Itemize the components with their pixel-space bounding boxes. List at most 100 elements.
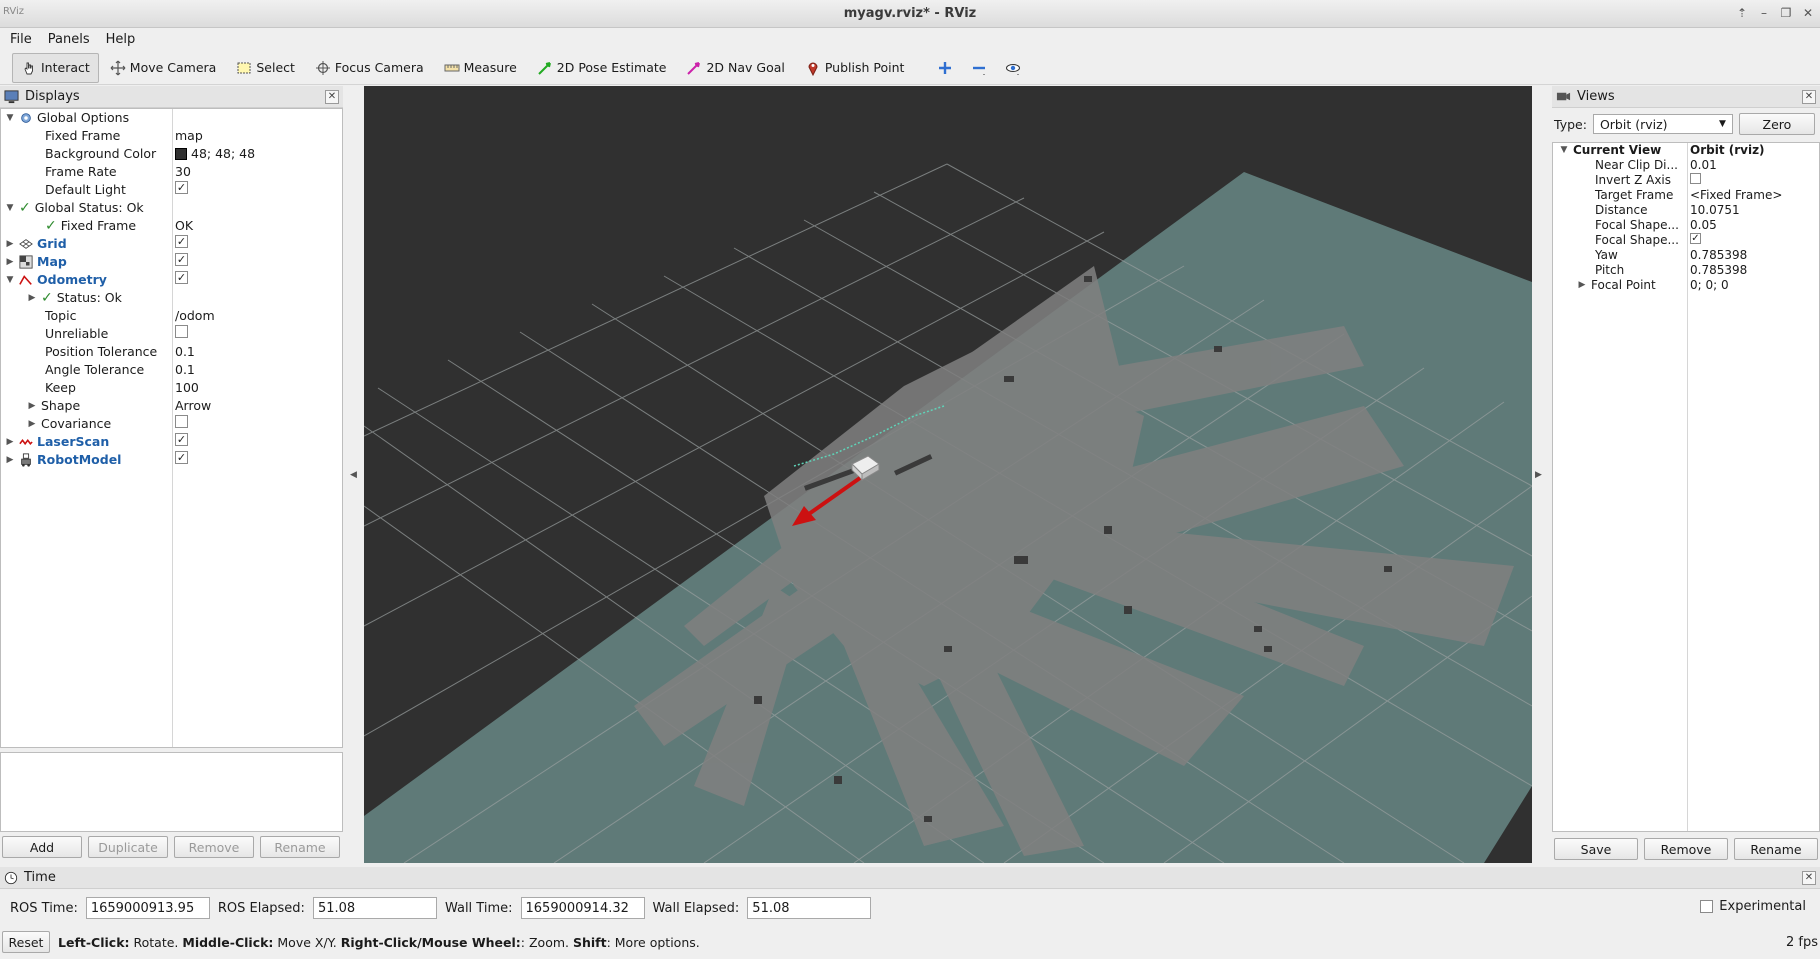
tree-row-odometry-status[interactable]: ▶ ✓ Status: Ok <box>1 289 342 307</box>
tool-focus-camera[interactable]: Focus Camera <box>306 53 433 83</box>
close-views-button[interactable]: ✕ <box>1802 90 1816 104</box>
tree-row-grid[interactable]: ▶ Grid ✓ <box>1 235 342 253</box>
robotmodel-enabled-checkbox[interactable]: ✓ <box>175 451 188 464</box>
tree-row-position-tolerance[interactable]: Position Tolerance 0.1 <box>1 343 342 361</box>
tree-row-shape[interactable]: ▶ Shape Arrow <box>1 397 342 415</box>
tree-row-angle-tolerance[interactable]: Angle Tolerance 0.1 <box>1 361 342 379</box>
expand-arrow-icon[interactable]: ▶ <box>27 415 37 433</box>
expand-arrow-icon[interactable]: ▶ <box>27 289 37 307</box>
zero-view-button[interactable]: Zero <box>1738 113 1815 135</box>
expand-arrow-icon[interactable]: ▶ <box>5 451 15 469</box>
collapse-arrow-icon[interactable]: ▼ <box>5 199 15 217</box>
tree-row-global-options[interactable]: ▼ Global Options <box>1 109 342 127</box>
covariance-checkbox[interactable] <box>175 415 188 428</box>
close-displays-button[interactable]: ✕ <box>325 90 339 104</box>
grid-enabled-checkbox[interactable]: ✓ <box>175 235 188 248</box>
tree-row-keep[interactable]: Keep 100 <box>1 379 342 397</box>
menu-file[interactable]: File <box>4 32 38 47</box>
expand-arrow-icon[interactable]: ▶ <box>27 397 37 415</box>
view-row-target-frame[interactable]: Target Frame <Fixed Frame> <box>1553 188 1819 203</box>
expand-arrow-icon[interactable]: ▶ <box>5 235 15 253</box>
view-row-distance[interactable]: Distance 10.0751 <box>1553 203 1819 218</box>
tool-properties-button[interactable] <box>997 53 1029 83</box>
expand-arrow-icon[interactable]: ▶ <box>1577 278 1587 293</box>
focal-shape-checkbox[interactable]: ✓ <box>1690 233 1701 244</box>
view-row-current-view[interactable]: ▼ Current View Orbit (rviz) <box>1553 143 1819 158</box>
view-row-focal-point[interactable]: ▶ Focal Point 0; 0; 0 <box>1553 278 1819 293</box>
tool-2d-nav-goal[interactable]: 2D Nav Goal <box>677 53 793 83</box>
remove-view-button[interactable]: Remove <box>1644 838 1728 860</box>
unreliable-checkbox[interactable] <box>175 325 188 338</box>
view-row-pitch[interactable]: Pitch 0.785398 <box>1553 263 1819 278</box>
invert-z-checkbox[interactable] <box>1690 173 1701 184</box>
minimize-icon[interactable]: – <box>1756 5 1772 21</box>
default-light-checkbox[interactable]: ✓ <box>175 181 188 194</box>
tree-row-odometry[interactable]: ▼ Odometry ✓ <box>1 271 342 289</box>
remove-display-button[interactable]: Remove <box>174 836 254 858</box>
tool-2d-pose-estimate[interactable]: 2D Pose Estimate <box>528 53 676 83</box>
tree-row-frame-rate[interactable]: Frame Rate 30 <box>1 163 342 181</box>
save-view-button[interactable]: Save <box>1554 838 1638 860</box>
menu-help[interactable]: Help <box>100 32 142 47</box>
maximize-icon[interactable]: ❐ <box>1778 5 1794 21</box>
ros-time-field[interactable]: 1659000913.95 <box>85 897 210 919</box>
remove-tool-button[interactable] <box>963 53 995 83</box>
menu-panels[interactable]: Panels <box>42 32 96 47</box>
tree-row-map[interactable]: ▶ Map ✓ <box>1 253 342 271</box>
wall-elapsed-field[interactable]: 51.08 <box>747 897 872 919</box>
expand-arrow-icon[interactable]: ▶ <box>5 253 15 271</box>
collapse-left-panel-icon[interactable]: ◀ <box>350 470 357 480</box>
collapse-right-panel-icon[interactable]: ▶ <box>1535 470 1542 480</box>
experimental-toggle[interactable]: Experimental <box>1700 899 1806 914</box>
map-enabled-checkbox[interactable]: ✓ <box>175 253 188 266</box>
tool-publish-point[interactable]: Publish Point <box>796 53 914 83</box>
collapse-arrow-icon[interactable]: ▼ <box>5 271 15 289</box>
tree-row-background-color[interactable]: Background Color 48; 48; 48 <box>1 145 342 163</box>
fps-readout: 2 fps <box>1785 935 1818 950</box>
displays-tree[interactable]: ▼ Global Options Fixed Frame map Backgro… <box>0 108 343 748</box>
tree-row-unreliable[interactable]: Unreliable <box>1 325 342 343</box>
tree-row-global-status[interactable]: ▼ ✓ Global Status: Ok <box>1 199 342 217</box>
plus-icon <box>939 61 952 74</box>
tool-measure[interactable]: Measure <box>435 53 526 83</box>
view-type-select[interactable]: Orbit (rviz) ▼ <box>1592 114 1733 134</box>
view-row-focal-shape-size[interactable]: Focal Shape... 0.05 <box>1553 218 1819 233</box>
tree-row-fixed-frame-status[interactable]: ✓ Fixed Frame OK <box>1 217 342 235</box>
tree-row-robotmodel[interactable]: ▶ RobotModel ✓ <box>1 451 342 469</box>
collapse-arrow-icon[interactable]: ▼ <box>1559 143 1569 158</box>
duplicate-display-button[interactable]: Duplicate <box>88 836 168 858</box>
view-row-invert-z[interactable]: Invert Z Axis <box>1553 173 1819 188</box>
displays-panel: Displays ✕ ▼ Global Options Fixed Frame … <box>0 86 343 866</box>
views-tree[interactable]: ▼ Current View Orbit (rviz) Near Clip Di.… <box>1552 142 1820 832</box>
focus-crosshair-icon <box>315 60 330 75</box>
experimental-checkbox[interactable] <box>1700 900 1714 913</box>
tree-row-topic[interactable]: Topic /odom <box>1 307 342 325</box>
reset-button[interactable]: Reset <box>2 931 50 953</box>
view-row-focal-shape-fixed[interactable]: Focal Shape... ✓ <box>1553 233 1819 248</box>
tree-row-laserscan[interactable]: ▶ LaserScan ✓ <box>1 433 342 451</box>
tool-select[interactable]: Select <box>227 53 304 83</box>
collapse-arrow-icon[interactable]: ▼ <box>5 109 15 127</box>
view-row-yaw[interactable]: Yaw 0.785398 <box>1553 248 1819 263</box>
tool-interact[interactable]: Interact <box>12 52 99 83</box>
expand-arrow-icon[interactable]: ▶ <box>5 433 15 451</box>
ros-elapsed-field[interactable]: 51.08 <box>312 897 437 919</box>
color-swatch[interactable] <box>175 148 187 160</box>
tool-move-camera[interactable]: Move Camera <box>101 53 226 83</box>
odometry-enabled-checkbox[interactable]: ✓ <box>175 271 188 284</box>
rename-view-button[interactable]: Rename <box>1734 838 1818 860</box>
wall-time-label: Wall Time: <box>444 900 513 916</box>
3d-render-view[interactable] <box>364 86 1532 863</box>
add-display-button[interactable]: Add <box>2 836 82 858</box>
close-icon[interactable]: ✕ <box>1800 5 1816 21</box>
tree-row-default-light[interactable]: Default Light ✓ <box>1 181 342 199</box>
wall-time-field[interactable]: 1659000914.32 <box>520 897 645 919</box>
rename-display-button[interactable]: Rename <box>260 836 340 858</box>
shade-icon[interactable]: ⇡ <box>1734 5 1750 21</box>
laserscan-enabled-checkbox[interactable]: ✓ <box>175 433 188 446</box>
view-row-near-clip[interactable]: Near Clip Di... 0.01 <box>1553 158 1819 173</box>
close-time-button[interactable]: ✕ <box>1802 871 1816 885</box>
tree-row-fixed-frame[interactable]: Fixed Frame map <box>1 127 342 145</box>
tree-row-covariance[interactable]: ▶ Covariance <box>1 415 342 433</box>
add-tool-button[interactable] <box>929 53 961 83</box>
